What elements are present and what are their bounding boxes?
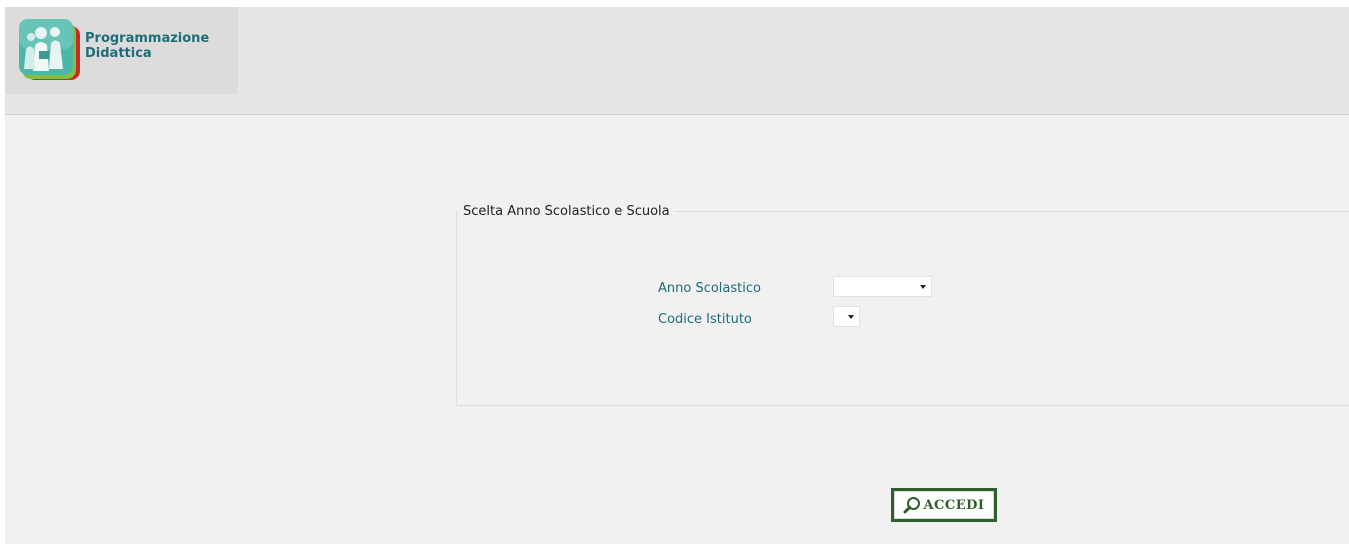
codice-istituto-select[interactable] — [833, 306, 860, 327]
app-title-line2: Didattica — [85, 46, 152, 61]
chevron-down-icon — [848, 315, 854, 319]
school-selection-fieldset: Scelta Anno Scolastico e Scuola — [456, 204, 1349, 406]
accedi-button[interactable]: ACCEDI — [891, 488, 997, 522]
page: Programmazione Didattica Scelta Anno Sco… — [5, 7, 1349, 544]
app-title-line1: Programmazione — [85, 31, 210, 46]
anno-scolastico-label: Anno Scolastico — [658, 281, 761, 296]
chevron-down-icon — [920, 285, 926, 289]
app-logo[interactable]: Programmazione Didattica — [5, 7, 238, 94]
accedi-label: ACCEDI — [923, 497, 985, 513]
codice-istituto-label: Codice Istituto — [658, 312, 752, 327]
app-header: Programmazione Didattica — [5, 7, 1349, 115]
fieldset-legend: Scelta Anno Scolastico e Scuola — [458, 204, 675, 219]
people-group-icon — [19, 19, 80, 80]
app-title: Programmazione Didattica — [85, 31, 209, 61]
anno-scolastico-select[interactable] — [833, 276, 932, 297]
search-icon — [903, 497, 921, 514]
